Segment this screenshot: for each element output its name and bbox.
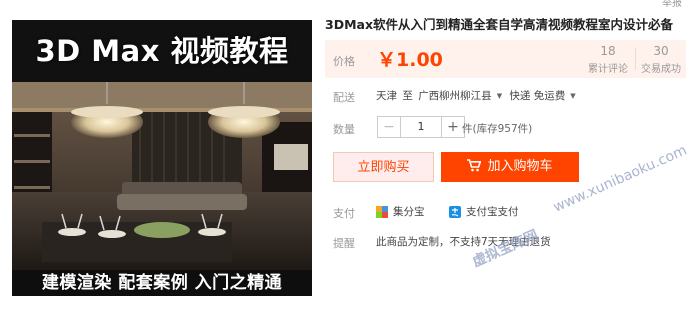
payment-method-alipay: 支付宝支付 [449,204,519,219]
sales-label: 交易成功 [641,64,681,75]
sales-count: 30 [653,44,669,58]
destination-select[interactable]: 广西柳州柳江县 ▼ [418,90,504,102]
interior-scene-picture [12,82,312,272]
price-panel: 价格 ￥1.00 18 累计评论 30 交易成功 [325,40,686,78]
stock-info: 件(库存957件) [462,123,533,135]
shipping-from: 天津 [376,90,397,102]
quantity-input[interactable]: 1 [401,116,441,138]
delivery-select[interactable]: 快递 免运费 ▼ [509,90,577,102]
chevron-down-icon: ▼ [496,92,503,100]
price-value: ￥1.00 [377,49,443,71]
jifenbao-icon [376,205,388,218]
reviews-count: 18 [600,44,616,58]
tips-label: 提醒 [333,237,355,250]
product-title: 3DMax软件从入门到精通全套自学高清视频教程室内设计必备 [325,17,674,32]
buy-now-button[interactable]: 立即购买 [333,152,434,182]
quantity-stepper: − 1 + [377,116,465,138]
reviews-stat[interactable]: 18 累计评论 [583,44,633,75]
report-link[interactable]: 举报 [662,0,682,9]
payment-method-jifenbao: 集分宝 [376,204,425,219]
payment-method-1-text: 集分宝 [393,206,425,218]
shipping-info: 天津 至 广西柳州柳江县 ▼ 快递 免运费 ▼ [376,88,580,103]
image-title: 3D Max 视频教程 [35,34,289,68]
delivery-value: 快递 免运费 [509,90,566,102]
shipping-to-word: 至 [402,90,413,102]
image-caption: 建模渲染 配套案例 入门之精通 [12,270,312,296]
add-to-cart-button[interactable]: 加入购物车 [441,152,579,182]
payment-label: 支付 [333,207,355,220]
alipay-icon [449,205,461,218]
payment-method-2-text: 支付宝支付 [466,206,519,218]
reviews-label: 累计评论 [588,64,628,75]
cart-icon [467,159,482,172]
sales-stat: 30 交易成功 [636,44,686,75]
chevron-down-icon: ▼ [570,92,576,100]
quantity-label: 数量 [333,123,355,136]
destination-value: 广西柳州柳江县 [418,90,492,102]
product-image: 3D Max 视频教程 建模渲染 配套案例 入门之精通 [12,20,312,296]
price-label: 价格 [333,55,355,68]
decrease-button[interactable]: − [377,116,401,138]
add-to-cart-label: 加入购物车 [487,159,553,174]
shipping-label: 配送 [333,91,355,104]
